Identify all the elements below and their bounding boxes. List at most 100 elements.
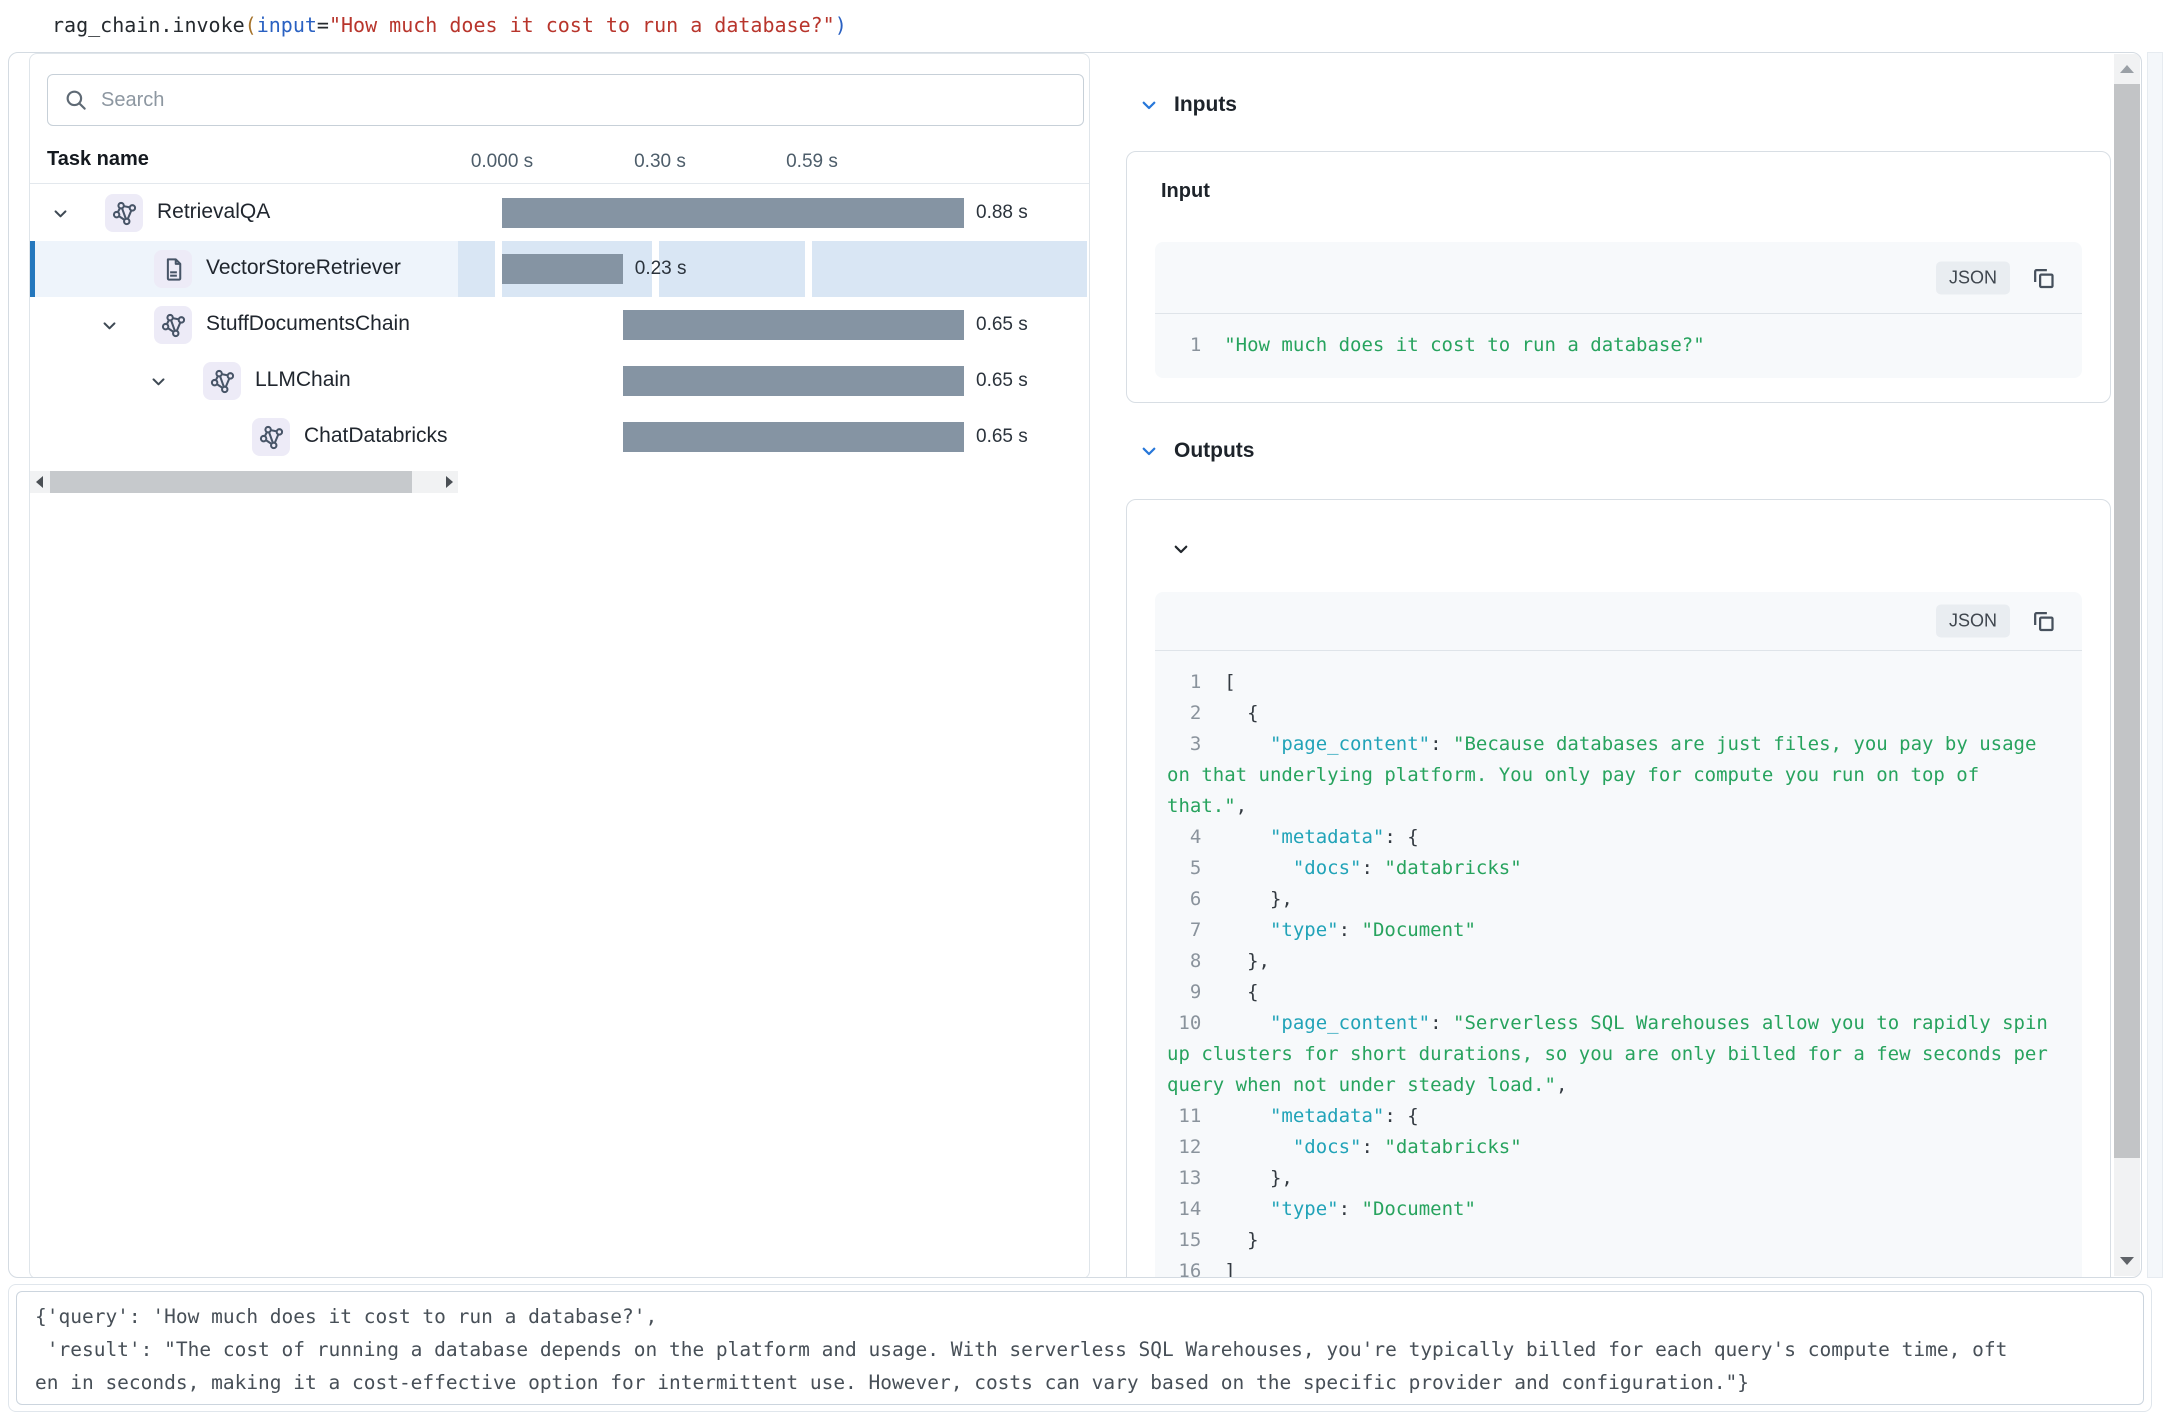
vertical-scroll-thumb[interactable]	[2114, 84, 2140, 1158]
input-json-lines: 1 "How much does it cost to run a databa…	[1155, 314, 2082, 373]
inputs-card: Input JSON 1 "How much does it cost to r…	[1126, 151, 2111, 403]
trace-tree-row[interactable]: LLMChain 0.65 s	[30, 353, 1089, 409]
row-name-cell: ChatDatabricks	[30, 409, 458, 465]
search-icon	[63, 87, 89, 113]
triangle-left-icon	[36, 476, 43, 488]
outputs-section-toggle[interactable]: Outputs	[1140, 439, 1254, 463]
span-type-icon	[154, 250, 192, 288]
horizontal-scroll-thumb[interactable]	[50, 471, 412, 493]
duration-label: 0.88 s	[976, 202, 1028, 224]
scroll-up-button[interactable]	[2114, 56, 2140, 82]
span-name-label: ChatDatabricks	[304, 424, 448, 448]
json-code-line: 15 }	[1167, 1225, 2070, 1256]
json-code-line: 13 },	[1167, 1163, 2070, 1194]
expander-chevron-icon[interactable]	[150, 373, 167, 390]
result-line: en in seconds, making it a cost-effectiv…	[35, 1366, 2125, 1399]
chevron-down-icon	[1140, 442, 1158, 460]
span-type-icon	[105, 194, 143, 232]
expander-chevron-icon[interactable]	[101, 317, 118, 334]
trace-tree-panel: Task name 0.000 s 0.30 s 0.59 s	[29, 53, 1090, 1278]
json-code-line: 11 "metadata": {	[1167, 1101, 2070, 1132]
json-code-line: 7 "type": "Document"	[1167, 915, 2070, 946]
triangle-down-icon	[2120, 1257, 2134, 1265]
result-line: 'result': "The cost of running a databas…	[35, 1333, 2125, 1366]
copy-icon[interactable]	[2030, 608, 2057, 635]
span-name-label: StuffDocumentsChain	[206, 312, 410, 336]
json-code-line: 16 ]	[1167, 1256, 2070, 1278]
json-code-line: 4 "metadata": {	[1167, 822, 2070, 853]
json-code-line: 12 "docs": "databricks"	[1167, 1132, 2070, 1163]
expander-chevron-icon[interactable]	[52, 205, 69, 222]
trace-tree-row[interactable]: ChatDatabricks 0.65 s	[30, 409, 1089, 465]
triangle-right-icon	[446, 476, 453, 488]
graph-nodes-icon	[209, 368, 236, 395]
timeline-tick-1: 0.30 s	[634, 151, 686, 173]
duration-bar	[623, 366, 964, 396]
page-scroll-gutter	[2147, 52, 2163, 1278]
json-format-badge[interactable]: JSON	[1936, 605, 2010, 638]
scroll-right-button[interactable]	[440, 471, 458, 493]
json-code-line: 8 },	[1167, 946, 2070, 977]
input-json-block: JSON 1 "How much does it cost to run a d…	[1155, 242, 2082, 378]
inputs-section-label: Inputs	[1174, 93, 1237, 117]
copy-icon[interactable]	[2030, 264, 2057, 291]
graph-nodes-icon	[258, 424, 285, 451]
duration-bar	[502, 198, 964, 228]
collapse-chevron-icon[interactable]	[1172, 540, 1190, 558]
trace-container: Task name 0.000 s 0.30 s 0.59 s	[8, 52, 2142, 1278]
duration-bar	[502, 254, 623, 284]
horizontal-scrollbar[interactable]	[30, 471, 458, 493]
duration-bar	[623, 310, 964, 340]
span-type-icon	[252, 418, 290, 456]
duration-bar	[623, 422, 964, 452]
result-output-text: {'query': 'How much does it cost to run …	[16, 1291, 2144, 1405]
code-cell: rag_chain.invoke(input="How much does it…	[52, 13, 847, 37]
span-type-icon	[203, 362, 241, 400]
outputs-card: JSON 1 [2 {3 "page_content": "Because da…	[1126, 499, 2111, 1278]
trace-viewer-page: rag_chain.invoke(input="How much does it…	[0, 0, 2175, 1421]
outputs-section-label: Outputs	[1174, 439, 1254, 463]
json-code-line: 6 },	[1167, 884, 2070, 915]
output-json-block: JSON 1 [2 {3 "page_content": "Because da…	[1155, 592, 2082, 1278]
result-line: {'query': 'How much does it cost to run …	[35, 1300, 2125, 1333]
json-code-line: 9 {	[1167, 977, 2070, 1008]
triangle-up-icon	[2120, 65, 2134, 73]
duration-label: 0.65 s	[976, 314, 1028, 336]
scroll-down-button[interactable]	[2114, 1248, 2140, 1274]
duration-label: 0.65 s	[976, 370, 1028, 392]
graph-nodes-icon	[160, 312, 187, 339]
trace-tree-row[interactable]: RetrievalQA 0.88 s	[30, 185, 1089, 241]
duration-label: 0.65 s	[976, 426, 1028, 448]
trace-tree-row[interactable]: VectorStoreRetriever 0.23 s	[30, 241, 1089, 297]
json-code-line: 1 "How much does it cost to run a databa…	[1167, 330, 2070, 361]
json-code-line: 10 "page_content": "Serverless SQL Wareh…	[1167, 1008, 2070, 1101]
json-code-line: 1 [	[1167, 667, 2070, 698]
trace-tree-row[interactable]: StuffDocumentsChain 0.65 s	[30, 297, 1089, 353]
search-box[interactable]	[47, 74, 1084, 126]
json-code-line: 14 "type": "Document"	[1167, 1194, 2070, 1225]
json-code-line: 3 "page_content": "Because databases are…	[1167, 729, 2070, 822]
row-name-cell: VectorStoreRetriever	[30, 241, 458, 297]
header-divider	[30, 183, 1090, 184]
inputs-section-toggle[interactable]: Inputs	[1140, 93, 1237, 117]
input-field-label: Input	[1161, 180, 1210, 203]
span-name-label: RetrievalQA	[157, 200, 270, 224]
timeline-tick-0: 0.000 s	[471, 151, 533, 173]
scroll-left-button[interactable]	[30, 471, 48, 493]
file-text-icon	[160, 256, 187, 283]
vertical-scrollbar[interactable]	[2114, 54, 2140, 1276]
output-json-lines: 1 [2 {3 "page_content": "Because databas…	[1155, 651, 2082, 1278]
span-type-icon	[154, 306, 192, 344]
search-input[interactable]	[101, 89, 1068, 112]
result-output-box: {'query': 'How much does it cost to run …	[8, 1284, 2152, 1412]
json-code-line: 5 "docs": "databricks"	[1167, 853, 2070, 884]
task-name-header: Task name	[47, 148, 149, 171]
span-name-label: LLMChain	[255, 368, 351, 392]
json-code-line: 2 {	[1167, 698, 2070, 729]
graph-nodes-icon	[111, 200, 138, 227]
row-name-cell: LLMChain	[30, 353, 458, 409]
json-format-badge[interactable]: JSON	[1936, 261, 2010, 294]
chevron-down-icon	[1140, 96, 1158, 114]
horizontal-scroll-track[interactable]	[48, 471, 440, 493]
row-name-cell: StuffDocumentsChain	[30, 297, 458, 353]
